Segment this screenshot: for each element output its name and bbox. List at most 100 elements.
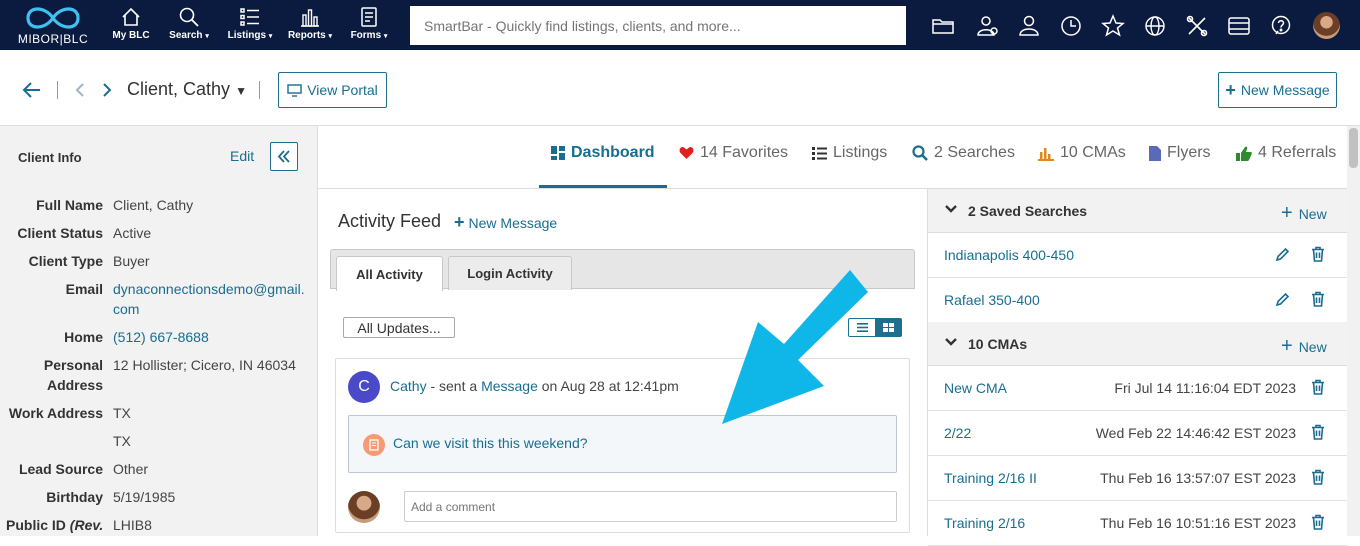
tab-flyers[interactable]: Flyers (1149, 144, 1211, 162)
next-chevron-icon[interactable] (101, 82, 113, 98)
user-link[interactable]: Cathy (390, 378, 427, 394)
star-icon[interactable] (1101, 14, 1125, 38)
list-item: 2/22 Wed Feb 22 14:46:42 EST 2023 (928, 411, 1348, 456)
list-item: Rafael 350-400 (928, 278, 1348, 323)
double-chevron-left-icon (277, 150, 290, 163)
comment-input[interactable] (404, 491, 897, 522)
user-icon[interactable] (1017, 14, 1041, 38)
cma-date: Wed Feb 22 14:46:42 EST 2023 (1095, 425, 1296, 441)
mibor-logo[interactable]: MIBOR|BLC (12, 3, 94, 47)
tab-cmas[interactable]: 10 CMAs (1038, 144, 1126, 162)
tools-icon[interactable] (1185, 14, 1209, 38)
divider (259, 81, 260, 99)
nav-my-blc[interactable]: My BLC (108, 6, 154, 46)
monitor-icon (287, 83, 302, 97)
annotation-arrow-icon (722, 270, 868, 424)
nav-reports[interactable]: Reports ▾ (284, 6, 336, 46)
nav-search[interactable]: Search ▾ (164, 6, 214, 46)
grid-view-icon (882, 323, 894, 332)
card-icon[interactable] (1227, 14, 1251, 38)
right-sidebar: 2 Saved Searches + New Indianapolis 400-4… (927, 189, 1348, 546)
nav-label: Listings (227, 30, 267, 41)
view-portal-button[interactable]: View Portal (278, 72, 387, 108)
prev-chevron-icon[interactable] (74, 82, 86, 98)
globe-icon[interactable] (1143, 14, 1167, 38)
nav-listings[interactable]: Listings ▾ (224, 6, 276, 46)
user-badge-icon[interactable] (975, 14, 999, 38)
tab-all-activity[interactable]: All Activity (336, 256, 443, 291)
new-message-button[interactable]: + New Message (1218, 72, 1337, 108)
nav-forms[interactable]: Forms ▾ (346, 6, 392, 46)
clock-icon[interactable] (1059, 14, 1083, 38)
saved-searches-header[interactable]: 2 Saved Searches + New (928, 189, 1348, 233)
new-search-link[interactable]: + New (1281, 202, 1327, 225)
pencil-icon[interactable] (1275, 292, 1290, 307)
cma-link[interactable]: Training 2/16 (944, 515, 1025, 531)
chevron-down-icon: ▾ (205, 33, 209, 40)
client-info-panel: Client Info Edit Full Name Client, Cathy … (0, 126, 318, 536)
search-icon (179, 7, 199, 27)
cmas-header[interactable]: 10 CMAs + New (928, 322, 1348, 366)
cma-link[interactable]: 2/22 (944, 425, 971, 441)
chevron-down-icon: ▾ (328, 33, 333, 40)
list-item: New CMA Fri Jul 14 11:16:04 EDT 2023 (928, 366, 1348, 411)
help-icon[interactable] (1269, 14, 1293, 38)
tab-searches[interactable]: 2 Searches (912, 144, 1015, 162)
divider (57, 81, 58, 99)
cma-link[interactable]: Training 2/16 II (944, 470, 1037, 486)
trash-icon[interactable] (1311, 379, 1325, 395)
bar-chart-icon (1038, 147, 1054, 161)
active-tab-indicator (539, 185, 667, 188)
list-item: Training 2/16 II Thu Feb 16 13:57:07 EST… (928, 456, 1348, 501)
pencil-icon[interactable] (1275, 247, 1290, 262)
cma-link[interactable]: New CMA (944, 380, 1007, 396)
list-item: Training 2/16 Thu Feb 16 10:51:16 EST 20… (928, 501, 1348, 546)
folder-icon[interactable] (931, 14, 955, 38)
cma-date: Fri Jul 14 11:16:04 EDT 2023 (1114, 380, 1296, 396)
search-icon (912, 145, 928, 161)
collapse-panel-button[interactable] (270, 142, 298, 171)
edit-link[interactable]: Edit (230, 148, 254, 164)
profile-avatar-icon[interactable] (1313, 12, 1340, 39)
infinity-logo-icon (26, 7, 80, 29)
scrollbar[interactable] (1347, 126, 1360, 536)
activity-feed-title: Activity Feed (338, 211, 442, 231)
nav-label: Forms (350, 30, 382, 41)
trash-icon[interactable] (1311, 514, 1325, 530)
back-arrow-icon[interactable] (22, 81, 42, 99)
message-link[interactable]: Message (481, 378, 538, 394)
home-icon (122, 7, 140, 26)
trash-icon[interactable] (1311, 424, 1325, 440)
email-link[interactable]: dynaconnectionsdemo@gmail.com (113, 279, 308, 319)
updates-filter-button[interactable]: All Updates... (343, 317, 455, 338)
message-icon (363, 434, 385, 456)
saved-search-link[interactable]: Indianapolis 400-450 (944, 247, 1074, 263)
chevron-down-icon (945, 205, 957, 213)
activity-meta: Cathy - sent a Message on Aug 28 at 12:4… (390, 378, 679, 394)
cma-date: Thu Feb 16 10:51:16 EST 2023 (1100, 515, 1296, 531)
tab-dashboard[interactable]: Dashboard (551, 144, 655, 162)
trash-icon[interactable] (1311, 291, 1325, 307)
plus-icon: + (1281, 335, 1293, 357)
tab-favorites[interactable]: 14 Favorites (679, 144, 788, 162)
file-icon (1149, 145, 1161, 161)
nav-label: Search (169, 30, 203, 41)
client-name-dropdown[interactable]: Client, Cathy ▼ (127, 79, 247, 100)
trash-icon[interactable] (1311, 246, 1325, 262)
user-avatar: C (348, 371, 380, 403)
tab-referrals[interactable]: 4 Referrals (1236, 144, 1336, 162)
scrollbar-thumb[interactable] (1349, 128, 1358, 168)
chevron-down-icon (945, 338, 957, 346)
client-name: Client, Cathy (127, 79, 231, 99)
nav-label: My BLC (112, 30, 150, 41)
phone-link[interactable]: (512) 667-8688 (113, 327, 308, 347)
smartbar-input[interactable] (410, 6, 906, 45)
feed-new-message-link[interactable]: + New Message (454, 212, 557, 233)
new-cma-link[interactable]: + New (1281, 335, 1327, 358)
trash-icon[interactable] (1311, 469, 1325, 485)
document-icon (361, 7, 377, 27)
tab-login-activity[interactable]: Login Activity (448, 256, 572, 290)
tab-listings[interactable]: Listings (812, 144, 887, 162)
saved-search-link[interactable]: Rafael 350-400 (944, 292, 1040, 308)
heart-icon (679, 147, 694, 159)
